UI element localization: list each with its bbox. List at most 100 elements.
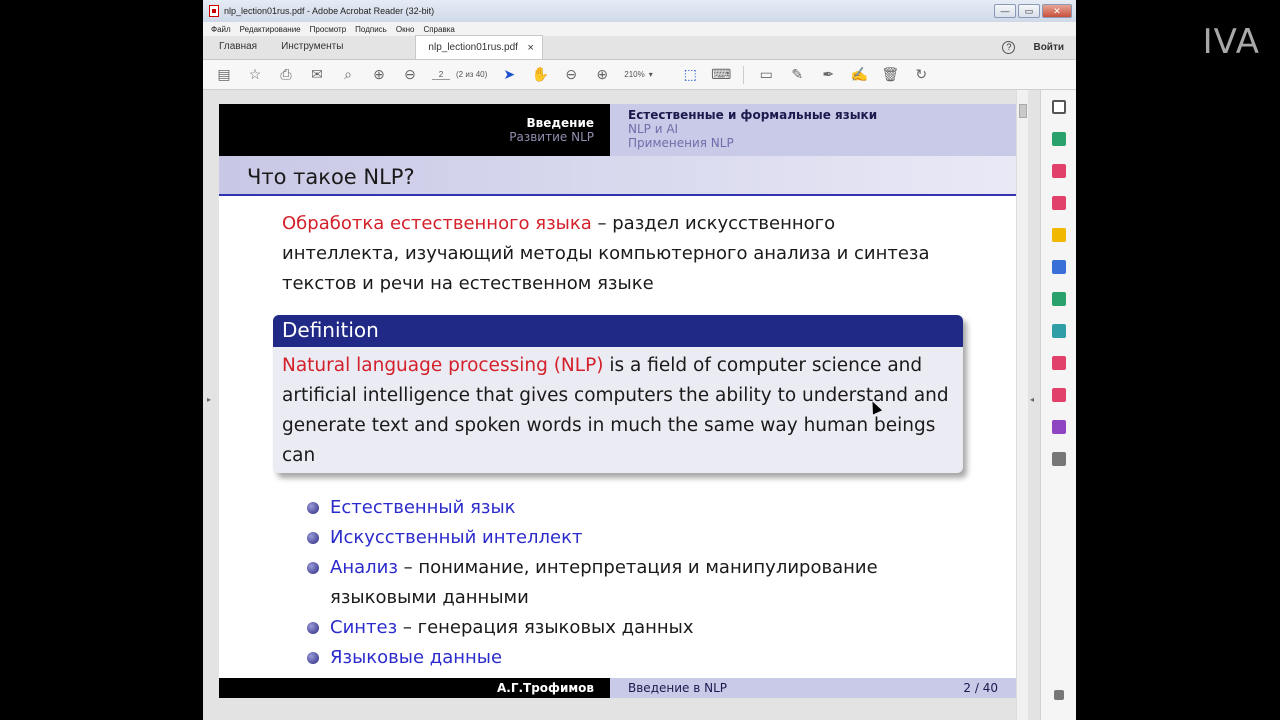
acrobat-window: nlp_lection01rus.pdf - Adobe Acrobat Rea… — [203, 0, 1076, 720]
document-viewer[interactable]: ▸ ◂ Введение Развитие NLP Естественные и… — [203, 90, 1076, 720]
title-bar: nlp_lection01rus.pdf - Adobe Acrobat Rea… — [203, 0, 1076, 22]
hand-icon[interactable]: ✋ — [531, 66, 549, 84]
beamer-footer: А.Г.Трофимов Введение в NLP 2 / 40 — [219, 678, 1016, 698]
window-title: nlp_lection01rus.pdf - Adobe Acrobat Rea… — [224, 6, 435, 16]
right-panel-toggle-icon[interactable]: ◂ — [1030, 395, 1034, 404]
rotate-icon[interactable]: ↻ — [912, 66, 930, 84]
intro-paragraph: Обработка естественного языка – раздел и… — [282, 209, 932, 299]
highlight-icon[interactable]: ✎ — [788, 66, 806, 84]
beamer-header: Введение Развитие NLP Естественные и фор… — [219, 104, 1016, 156]
zoom-select[interactable]: 210% ▾ — [624, 70, 668, 79]
star-icon[interactable]: ☆ — [246, 66, 264, 84]
bullet-icon — [307, 562, 319, 574]
window-controls: — ▭ ✕ — [994, 4, 1072, 18]
menu-sign[interactable]: Подпись — [355, 25, 387, 34]
vertical-scrollbar[interactable] — [1016, 90, 1028, 720]
search-icon[interactable]: ⌕ — [339, 66, 357, 84]
header-section[interactable]: Введение — [219, 116, 594, 130]
delete-icon[interactable]: 🗑 — [881, 66, 899, 84]
bullet-text: – понимание, интерпретация и манипулиров… — [330, 557, 878, 608]
zoom-out-icon[interactable]: ⊖ — [562, 66, 580, 84]
page-number-input[interactable]: 2 — [432, 70, 450, 80]
maximize-button[interactable]: ▭ — [1018, 4, 1040, 18]
bullet-icon — [307, 652, 319, 664]
menu-view[interactable]: Просмотр — [310, 25, 347, 34]
header-nav-item[interactable]: NLP и AI — [628, 122, 1016, 136]
tab-home[interactable]: Главная — [207, 35, 269, 59]
comment-tool-icon[interactable] — [1052, 228, 1066, 242]
request-signature-icon[interactable] — [1052, 420, 1066, 434]
bullet-term: Синтез — [330, 617, 398, 638]
comment-icon[interactable]: ▭ — [757, 66, 775, 84]
bullet-list: Естественный язык Искусственный интеллек… — [307, 493, 987, 673]
edit-icon[interactable]: ✍ — [850, 66, 868, 84]
iva-watermark: IVA — [1202, 22, 1260, 62]
protect-icon[interactable] — [1052, 388, 1066, 402]
definition-term: Natural language processing (NLP) — [282, 355, 604, 376]
help-icon[interactable]: ? — [1002, 41, 1016, 54]
scan-ocr-icon[interactable] — [1052, 324, 1066, 338]
bullet-icon — [307, 502, 319, 514]
footer-page-number: 2 / 40 — [963, 681, 998, 695]
list-item: Синтез – генерация языковых данных — [307, 613, 987, 643]
signin-button[interactable]: Войти — [1033, 42, 1064, 53]
mail-icon[interactable]: ✉ — [308, 66, 326, 84]
bullet-text: – генерация языковых данных — [397, 617, 694, 638]
close-tab-icon[interactable]: × — [528, 36, 534, 60]
menu-help[interactable]: Справка — [423, 25, 454, 34]
chevron-down-icon: ▾ — [648, 70, 653, 79]
toolbar-divider — [743, 65, 745, 84]
save-icon[interactable]: ▤ — [215, 66, 233, 84]
zoom-in-icon[interactable]: ⊕ — [593, 66, 611, 84]
combine-files-icon[interactable] — [1052, 260, 1066, 274]
definition-title: Definition — [273, 315, 963, 347]
export-pdf-icon[interactable] — [1052, 132, 1066, 146]
header-sections: Введение Развитие NLP — [219, 104, 610, 156]
menu-edit[interactable]: Редактирование — [240, 25, 301, 34]
header-subsection[interactable]: Развитие NLP — [219, 130, 594, 144]
definition-body: Natural language processing (NLP) is a f… — [273, 347, 963, 471]
create-pdf-icon[interactable] — [1052, 164, 1066, 178]
page-down-icon[interactable]: ⊖ — [401, 66, 419, 84]
menu-window[interactable]: Окно — [396, 25, 415, 34]
zoom-value: 210% — [624, 70, 645, 79]
tab-bar-right: ? Войти — [1002, 41, 1064, 54]
edit-pdf-icon[interactable] — [1052, 196, 1066, 210]
bullet-term: Анализ — [330, 557, 398, 578]
list-item: Искусственный интеллект — [307, 523, 987, 553]
fill-sign-icon[interactable] — [1052, 356, 1066, 370]
footer-author: А.Г.Трофимов — [219, 678, 610, 698]
menu-file[interactable]: Файл — [211, 25, 231, 34]
left-panel-toggle-icon[interactable]: ▸ — [207, 395, 211, 404]
header-nav-item[interactable]: Применения NLP — [628, 136, 1016, 150]
more-tools-icon[interactable] — [1052, 452, 1066, 466]
close-window-button[interactable]: ✕ — [1042, 4, 1072, 18]
collapse-pane-icon[interactable] — [1054, 690, 1064, 700]
select-arrow-icon[interactable]: ➤ — [500, 66, 518, 84]
page-navigator: 2 (2 из 40) — [432, 70, 487, 80]
list-item: Анализ – понимание, интерпретация и мани… — [307, 553, 987, 613]
tab-tools[interactable]: Инструменты — [269, 35, 355, 59]
page-up-icon[interactable]: ⊕ — [370, 66, 388, 84]
keyboard-icon[interactable]: ⌨ — [711, 66, 731, 84]
marquee-icon[interactable]: ⬚ — [681, 66, 699, 84]
scrollbar-thumb[interactable] — [1019, 104, 1027, 118]
bullet-term: Естественный язык — [330, 497, 516, 518]
sign-icon[interactable]: ✒ — [819, 66, 837, 84]
intro-term: Обработка естественного языка — [282, 213, 592, 234]
frame-title: Что такое NLP? — [247, 165, 415, 189]
bullet-icon — [307, 532, 319, 544]
bullet-term: Искусственный интеллект — [330, 527, 583, 548]
bullet-icon — [307, 622, 319, 634]
frame-title-bar: Что такое NLP? — [219, 156, 1016, 196]
tab-document-label: nlp_lection01rus.pdf — [428, 42, 518, 53]
header-nav-item[interactable]: Естественные и формальные языки — [628, 108, 1016, 122]
organize-pages-icon[interactable] — [1052, 292, 1066, 306]
print-icon[interactable]: ⎙ — [277, 66, 295, 84]
screen: IVA nlp_lection01rus.pdf - Adobe Acrobat… — [0, 0, 1280, 720]
bullet-term: Языковые данные — [330, 647, 503, 668]
tab-document[interactable]: nlp_lection01rus.pdf × — [415, 35, 543, 59]
search-tool-icon[interactable] — [1052, 100, 1066, 114]
minimize-button[interactable]: — — [994, 4, 1016, 18]
tab-bar: Главная Инструменты nlp_lection01rus.pdf… — [203, 35, 1076, 60]
